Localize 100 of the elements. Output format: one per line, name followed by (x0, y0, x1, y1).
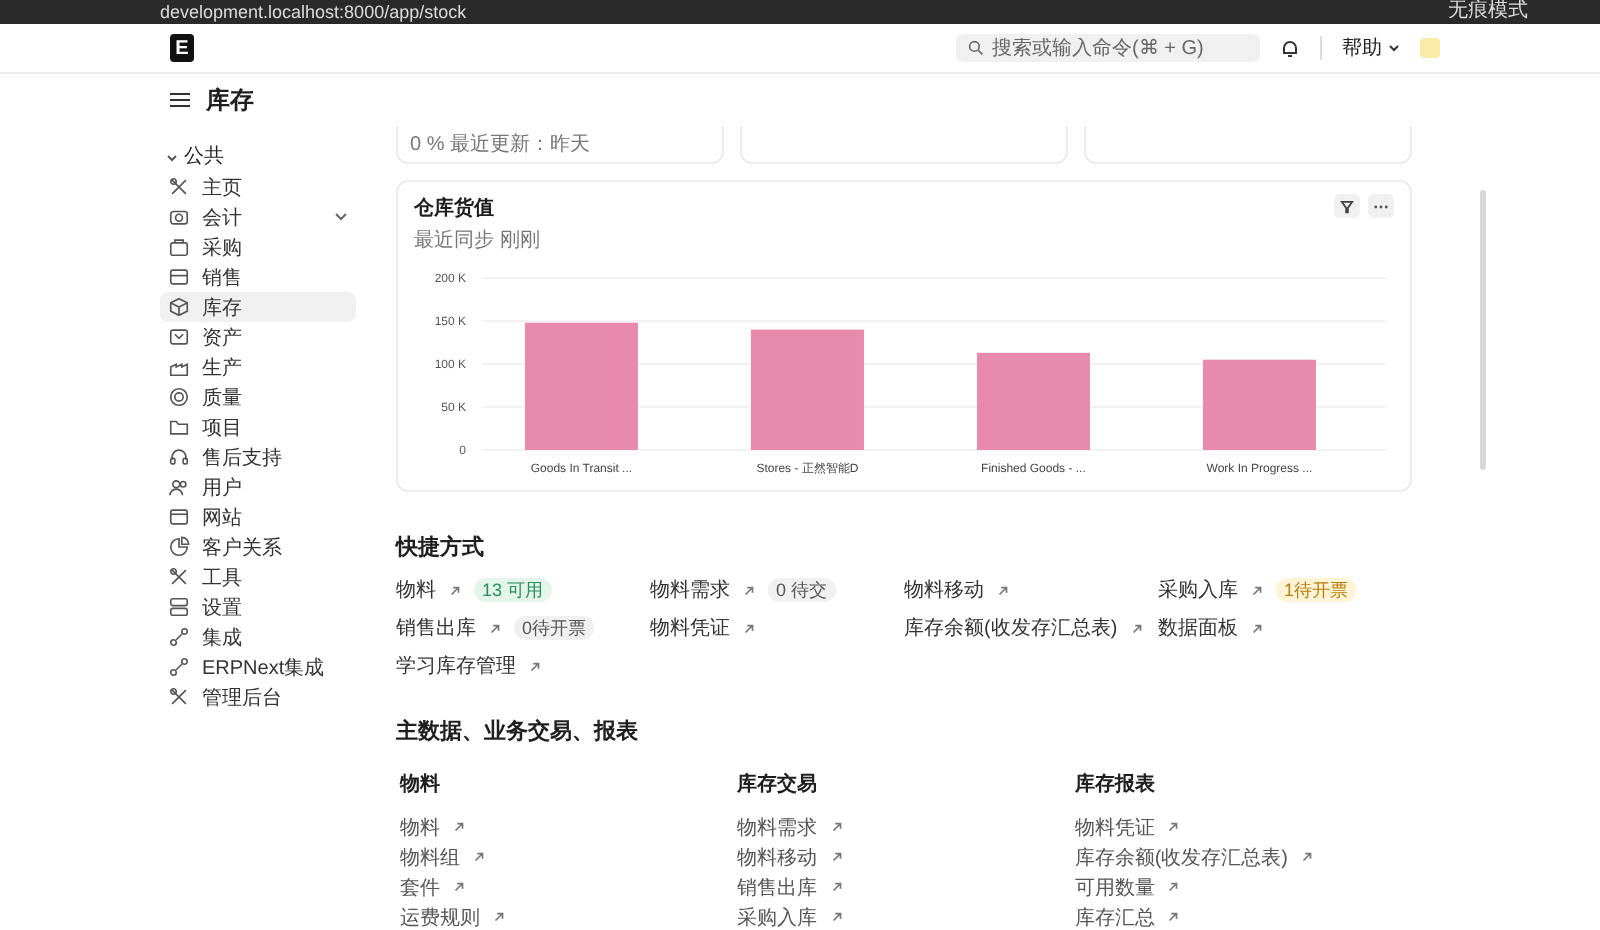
tray-icon (168, 326, 190, 348)
arrow-icon (996, 583, 1010, 597)
folder-icon (168, 416, 190, 438)
headset-icon (168, 446, 190, 468)
page-title: 库存 (206, 83, 254, 117)
sidebar-item[interactable]: 工具 (160, 562, 356, 592)
report-link[interactable]: 物料 (400, 813, 440, 841)
arrow-icon (1166, 910, 1181, 924)
chart-bar (976, 352, 1090, 450)
incognito-label: 无痕模式 (1448, 0, 1528, 24)
arrow-icon (528, 659, 542, 673)
arrow-icon (1250, 583, 1264, 597)
server-icon (168, 596, 190, 618)
bag-icon (168, 236, 190, 258)
sidebar-item[interactable]: 售后支持 (160, 442, 356, 472)
arrow-icon (742, 621, 756, 635)
sidebar-item[interactable]: 项目 (160, 412, 356, 442)
bell-icon[interactable] (1280, 38, 1300, 58)
search-icon (968, 40, 984, 56)
shortcut-link[interactable]: 物料 (396, 576, 436, 604)
report-link[interactable]: 可用数量 (1074, 873, 1155, 901)
report-link[interactable]: 物料凭证 (1074, 813, 1155, 841)
sidebar-item[interactable]: 网站 (160, 502, 356, 532)
sidebar-item[interactable]: 库存 (160, 292, 356, 322)
address-bar[interactable]: development.localhost:8000/app/stock (160, 0, 1432, 24)
shortcut-link[interactable]: 库存余额(收发存汇总表) (904, 614, 1118, 642)
shortcut-link[interactable]: 物料移动 (904, 576, 984, 604)
sidebar-item[interactable]: 会计 (160, 202, 356, 232)
box-icon (168, 296, 190, 318)
shortcut-link[interactable]: 采购入库 (1158, 576, 1238, 604)
chevron-icon (166, 154, 178, 162)
arrow-icon (488, 621, 502, 635)
shortcut-link[interactable]: 数据面板 (1158, 614, 1238, 642)
arrow-icon (829, 910, 844, 924)
report-link[interactable]: 物料组 (400, 843, 460, 871)
sidebar-item[interactable]: 质量 (160, 382, 356, 412)
tools-icon (168, 176, 190, 198)
sidebar-item[interactable]: 主页 (160, 172, 356, 202)
arrow-icon (829, 880, 844, 894)
more-button[interactable] (1368, 194, 1394, 218)
help-menu[interactable]: 帮助 (1342, 34, 1400, 62)
report-link[interactable]: 物料移动 (737, 843, 818, 871)
scrollbar[interactable] (1480, 190, 1486, 470)
caret-icon (1388, 44, 1400, 52)
count-badge: 0待开票 (514, 616, 595, 640)
section-title: 主数据、业务交易、报表 (396, 717, 640, 746)
link-icon (168, 656, 190, 678)
users-icon (168, 476, 190, 498)
chart-bar (1202, 359, 1316, 450)
shortcut-link[interactable]: 学习库存管理 (396, 652, 516, 680)
chart-subtitle: 最近同步 刚刚 (414, 227, 542, 254)
sidebar-item[interactable]: 集成 (160, 622, 356, 652)
filter-button[interactable] (1334, 194, 1360, 218)
tools-icon (168, 566, 190, 588)
sidebar-item[interactable]: 设置 (160, 592, 356, 622)
count-badge: 1待开票 (1276, 578, 1357, 602)
report-link[interactable]: 销售出库 (737, 873, 818, 901)
chart-title: 仓库货值 (414, 194, 496, 222)
report-link[interactable]: 采购入库 (737, 903, 818, 930)
arrow-icon (452, 880, 466, 894)
sidebar-item[interactable]: 客户关系 (160, 532, 356, 562)
arrow-icon (1300, 850, 1314, 864)
sidebar-item[interactable]: 管理后台 (160, 682, 356, 712)
report-link[interactable]: 物料需求 (737, 813, 818, 841)
arrow-icon (1166, 820, 1181, 834)
sidebar-item[interactable]: 用户 (160, 472, 356, 502)
shortcut-link[interactable]: 物料凭证 (650, 614, 730, 642)
count-badge: 13 可用 (474, 578, 552, 602)
column-heading: 库存交易 (737, 770, 820, 798)
chevron-icon[interactable] (334, 212, 348, 222)
arrow-icon (492, 910, 506, 924)
card-caption: 0 % 最近更新：昨天 (410, 131, 591, 158)
count-badge: 0 待交 (768, 578, 836, 602)
arrow-icon (1129, 621, 1144, 635)
arrow-icon (829, 850, 844, 864)
column-heading: 库存报表 (1074, 770, 1157, 798)
tools-icon (168, 686, 190, 708)
report-link[interactable]: 套件 (400, 873, 440, 901)
arrow-icon (472, 850, 486, 864)
chart-bar (524, 322, 638, 450)
app-logo[interactable]: E (170, 34, 194, 62)
menu-icon[interactable] (170, 92, 190, 108)
report-link[interactable]: 库存汇总 (1074, 903, 1155, 930)
section-title: 快捷方式 (396, 533, 486, 562)
sidebar-item[interactable]: ERPNext集成 (160, 652, 356, 682)
arrow-icon (448, 583, 462, 597)
sidebar-item[interactable]: 采购 (160, 232, 356, 262)
chart-bar (750, 329, 864, 450)
shortcut-link[interactable]: 物料需求 (650, 576, 730, 604)
sidebar-item[interactable]: 资产 (160, 322, 356, 352)
sidebar-item[interactable]: 生产 (160, 352, 356, 382)
report-link[interactable]: 库存余额(收发存汇总表) (1074, 843, 1288, 871)
report-link[interactable]: 运费规则 (400, 903, 480, 930)
browser-icon (168, 506, 190, 528)
search-field[interactable]: 搜索或输入命令(⌘ + G) (956, 34, 1260, 62)
badge-icon (168, 386, 190, 408)
column-heading: 物料 (400, 771, 442, 798)
sidebar-item[interactable]: 销售 (160, 262, 356, 292)
card-icon (168, 266, 190, 288)
shortcut-link[interactable]: 销售出库 (396, 614, 476, 642)
